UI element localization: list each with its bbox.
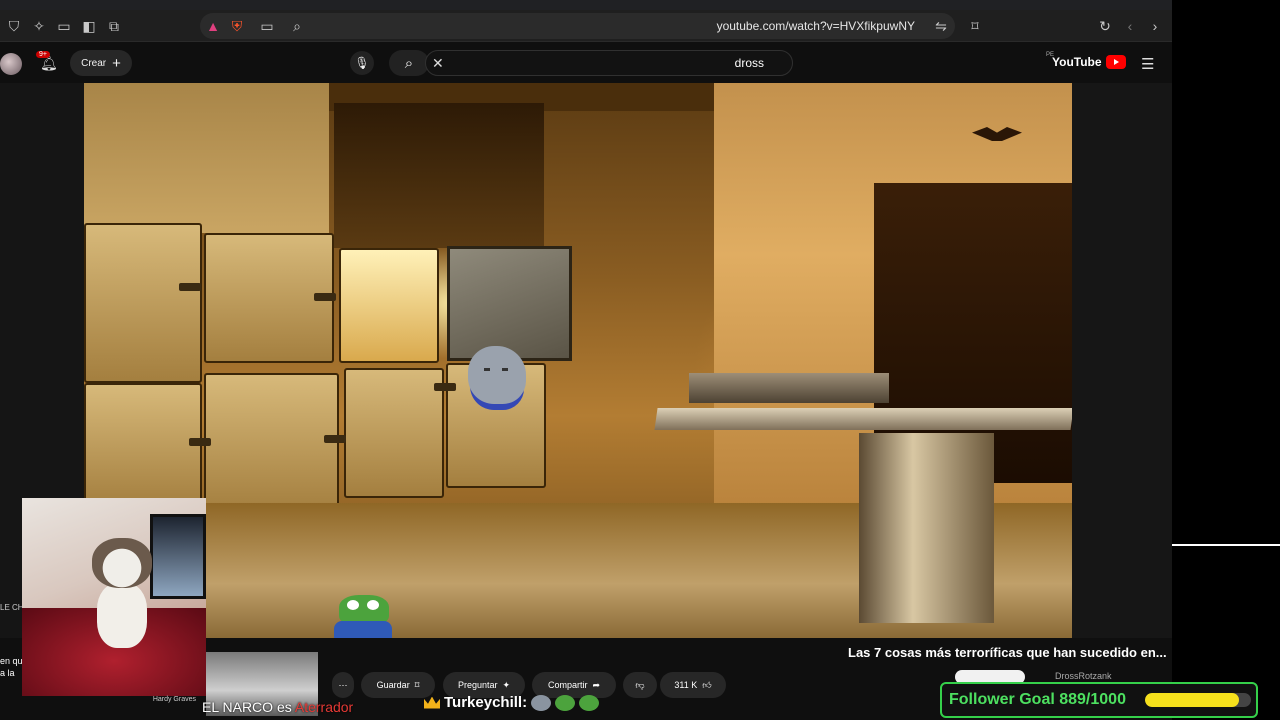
morgue-door — [84, 383, 202, 508]
youtube-logo-text: YouTube — [1052, 55, 1102, 69]
search-query: dross — [734, 56, 764, 70]
player-right-margin — [1072, 83, 1172, 638]
microphone-icon: 🎙︎ — [354, 56, 370, 70]
divider-line — [1172, 544, 1280, 546]
chat-username: Turkeychill: — [444, 694, 528, 711]
morgue-door — [344, 368, 444, 498]
voice-search-button[interactable]: 🎙︎ — [350, 51, 374, 75]
region-code: PE — [1046, 52, 1055, 58]
forward-icon[interactable]: › — [1145, 16, 1165, 36]
like-icon: 👍︎ — [702, 679, 712, 690]
emote-eye — [502, 368, 508, 371]
follower-goal-widget: Follower Goal 889/1000 — [940, 682, 1258, 718]
pepe-emote — [555, 694, 576, 711]
video-player[interactable] — [84, 83, 1072, 638]
dislike-button[interactable]: 👎︎ — [623, 672, 657, 698]
window-top-strip — [0, 0, 1172, 10]
pepe-body — [334, 621, 392, 638]
plus-icon: + — [112, 54, 121, 72]
emote-eye — [484, 368, 490, 371]
secondary-cam-caption: Hardy Graves — [152, 696, 196, 703]
cast-icon[interactable]: ▭ — [257, 16, 277, 36]
pepe-eye — [347, 600, 359, 610]
kitten-body — [97, 583, 147, 648]
back-icon[interactable]: ‹ — [1120, 16, 1140, 36]
url-text: youtube.com/watch?v=HVXfikpuwNY — [716, 19, 915, 33]
lit-morgue-door — [339, 248, 439, 363]
graffiti-wall — [84, 83, 329, 233]
sidebar-icon[interactable]: ◧ — [79, 16, 99, 36]
stream-frame: ⛉ ✧ ▭ ◧ ⧉ ▲ ⛨ ▭ ⌕ youtube.com/watch?v=HV… — [0, 0, 1280, 720]
pepe-eye — [367, 600, 379, 610]
streamer-webcam — [22, 498, 206, 696]
chat-message: Turkeychill: — [424, 694, 600, 711]
youtube-header: 🔔︎ 9+ Crear + 🎙︎ ⌕ dross ✕ PE YouTube ☰ — [0, 43, 1172, 83]
hamburger-menu-icon[interactable]: ☰ — [1141, 55, 1154, 73]
zoom-icon[interactable]: ⌕ — [287, 16, 307, 36]
share-icon: ➦ — [592, 679, 601, 690]
crown-icon — [424, 696, 440, 709]
open-morgue-door — [447, 246, 572, 361]
create-label: Crear — [81, 57, 107, 69]
kitten — [82, 538, 162, 648]
pepe-emote — [579, 694, 600, 711]
sparkle-icon: ✦ — [502, 679, 511, 690]
door-handle — [189, 438, 211, 446]
caption-white: EL NARCO es — [202, 699, 295, 715]
brave-shield-icon[interactable]: ⛨ — [227, 16, 247, 36]
autopsy-table — [654, 408, 1072, 430]
ask-label: Preguntar — [457, 680, 498, 690]
channel-name[interactable]: DrossRotzank — [1055, 671, 1112, 681]
bookmark-icon[interactable]: ⌑ — [965, 16, 985, 36]
bookmark-icon: ⌑ — [414, 679, 420, 690]
follower-goal-track — [1145, 693, 1251, 707]
kitten-head — [92, 538, 152, 588]
follower-goal-label: Follower Goal 889/1000 — [949, 691, 1126, 708]
door-handle — [314, 293, 336, 301]
door-handle — [434, 383, 456, 391]
door-handle — [324, 435, 346, 443]
share-label: Compartir — [547, 680, 588, 690]
address-bar[interactable]: ▲ ⛨ ▭ ⌕ youtube.com/watch?v=HVXfikpuwNY … — [200, 13, 955, 39]
reload-icon[interactable]: ↻ — [1095, 16, 1115, 36]
caption-red: Aterrador — [294, 699, 354, 715]
create-button[interactable]: Crear + — [70, 50, 132, 76]
more-actions-button[interactable]: ⋯ — [332, 672, 354, 698]
browser-toolbar: ⛉ ✧ ▭ ◧ ⧉ ▲ ⛨ ▭ ⌕ youtube.com/watch?v=HV… — [0, 10, 1172, 42]
brave-rewards-icon[interactable]: ▲ — [203, 16, 223, 36]
pepe-emote — [334, 595, 392, 638]
sink — [689, 373, 889, 403]
like-button[interactable]: 311 K 👍︎ — [660, 672, 726, 698]
screenshot-icon[interactable]: ⧉ — [104, 16, 124, 36]
video-title: Las 7 cosas más terroríficas que han suc… — [848, 645, 1167, 660]
youtube-logo[interactable]: PE YouTube — [1046, 52, 1126, 69]
like-count: 311 K — [674, 680, 698, 690]
youtube-play-icon — [1105, 55, 1126, 69]
notification-badge: 9+ — [36, 51, 50, 58]
overlay-caption: EL NARCO es Aterrador — [202, 699, 353, 715]
shield-icon[interactable]: ⛉ — [4, 16, 24, 36]
overlay-fragment: LE CH — [0, 603, 24, 612]
extensions-icon[interactable]: ✧ — [29, 16, 49, 36]
morgue-door — [204, 373, 339, 513]
search-button[interactable]: ⌕ — [389, 50, 429, 76]
search-input[interactable]: dross — [425, 50, 793, 76]
more-icon: ⋯ — [338, 679, 348, 690]
meme-face-emote — [531, 694, 552, 711]
door-handle — [179, 283, 201, 291]
search-icon: ⌕ — [404, 54, 414, 72]
clear-search-icon[interactable]: ✕ — [432, 55, 444, 72]
site-settings-icon[interactable]: ⇋ — [931, 16, 951, 36]
autopsy-table-pedestal — [859, 433, 994, 623]
dark-wood-panel — [334, 103, 544, 248]
meme-face-emote — [468, 346, 526, 404]
avatar[interactable] — [0, 53, 22, 75]
follower-goal-fill — [1145, 693, 1240, 707]
dislike-icon: 👎︎ — [635, 679, 645, 690]
morgue-door — [84, 223, 202, 383]
save-label: Guardar — [376, 680, 410, 690]
tabs-icon[interactable]: ▭ — [54, 16, 74, 36]
